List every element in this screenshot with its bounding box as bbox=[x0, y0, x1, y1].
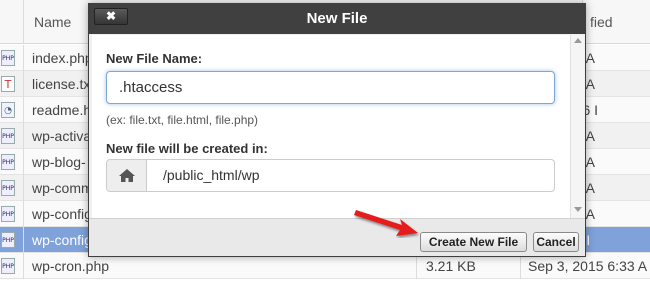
file-name-label: New File Name: bbox=[106, 51, 203, 66]
column-header-name[interactable]: Name bbox=[34, 14, 71, 30]
location-field[interactable]: /public_html/wp bbox=[106, 159, 555, 192]
file-name-hint: (ex: file.txt, file.html, file.php) bbox=[106, 113, 259, 127]
column-divider bbox=[23, 227, 24, 253]
dialog-title: New File bbox=[89, 4, 585, 34]
file-name[interactable]: readme.h bbox=[32, 102, 91, 118]
column-divider bbox=[23, 201, 24, 227]
dialog-footer: Create New File Cancel bbox=[89, 218, 585, 256]
file-name[interactable]: wp-cron.php bbox=[32, 258, 109, 274]
file-name[interactable]: wp-comm bbox=[32, 180, 93, 196]
file-name[interactable]: index.php bbox=[32, 50, 93, 66]
home-icon bbox=[107, 160, 147, 191]
file-modified: Sep 3, 2015 6:33 A bbox=[528, 258, 648, 274]
file-name[interactable]: wp-activa bbox=[32, 128, 91, 144]
location-label: New file will be created in: bbox=[106, 141, 268, 156]
column-divider bbox=[23, 71, 24, 97]
column-divider bbox=[23, 97, 24, 123]
file-name[interactable]: wp-blog- bbox=[32, 154, 86, 170]
column-divider bbox=[23, 45, 24, 71]
php-icon: PHP bbox=[1, 154, 15, 170]
file-name[interactable]: license.tx bbox=[32, 76, 90, 92]
php-icon: PHP bbox=[1, 50, 15, 66]
php-icon: PHP bbox=[1, 206, 15, 222]
php-icon: PHP bbox=[1, 128, 15, 144]
new-file-dialog: New File ✖ New File Name: (ex: file.txt,… bbox=[88, 3, 586, 257]
close-button[interactable]: ✖ bbox=[94, 8, 128, 25]
file-name-input[interactable] bbox=[106, 71, 555, 104]
red-arrow-icon bbox=[354, 210, 418, 236]
scroll-up-icon[interactable] bbox=[574, 38, 582, 43]
header-divider bbox=[23, 0, 24, 44]
location-value: /public_html/wp bbox=[163, 167, 260, 183]
column-divider bbox=[23, 123, 24, 149]
create-new-file-button[interactable]: Create New File bbox=[420, 232, 527, 252]
column-divider bbox=[23, 149, 24, 175]
file-name[interactable]: wp-config bbox=[32, 232, 92, 248]
php-icon: PHP bbox=[1, 180, 15, 196]
column-header-modified[interactable]: fied bbox=[590, 14, 613, 30]
cancel-button[interactable]: Cancel bbox=[533, 232, 579, 252]
dialog-body: New File Name: (ex: file.txt, file.html,… bbox=[92, 35, 570, 218]
column-divider bbox=[23, 175, 24, 201]
file-name[interactable]: wp-config bbox=[32, 206, 92, 222]
text-icon: T bbox=[1, 76, 15, 92]
php-icon: PHP bbox=[1, 258, 15, 274]
html-icon: ◔ bbox=[1, 102, 15, 118]
file-size: 3.21 KB bbox=[426, 258, 476, 274]
scroll-down-icon[interactable] bbox=[574, 207, 582, 212]
php-icon: PHP bbox=[1, 232, 15, 248]
column-divider bbox=[23, 253, 24, 279]
dialog-scrollbar[interactable] bbox=[570, 35, 584, 218]
